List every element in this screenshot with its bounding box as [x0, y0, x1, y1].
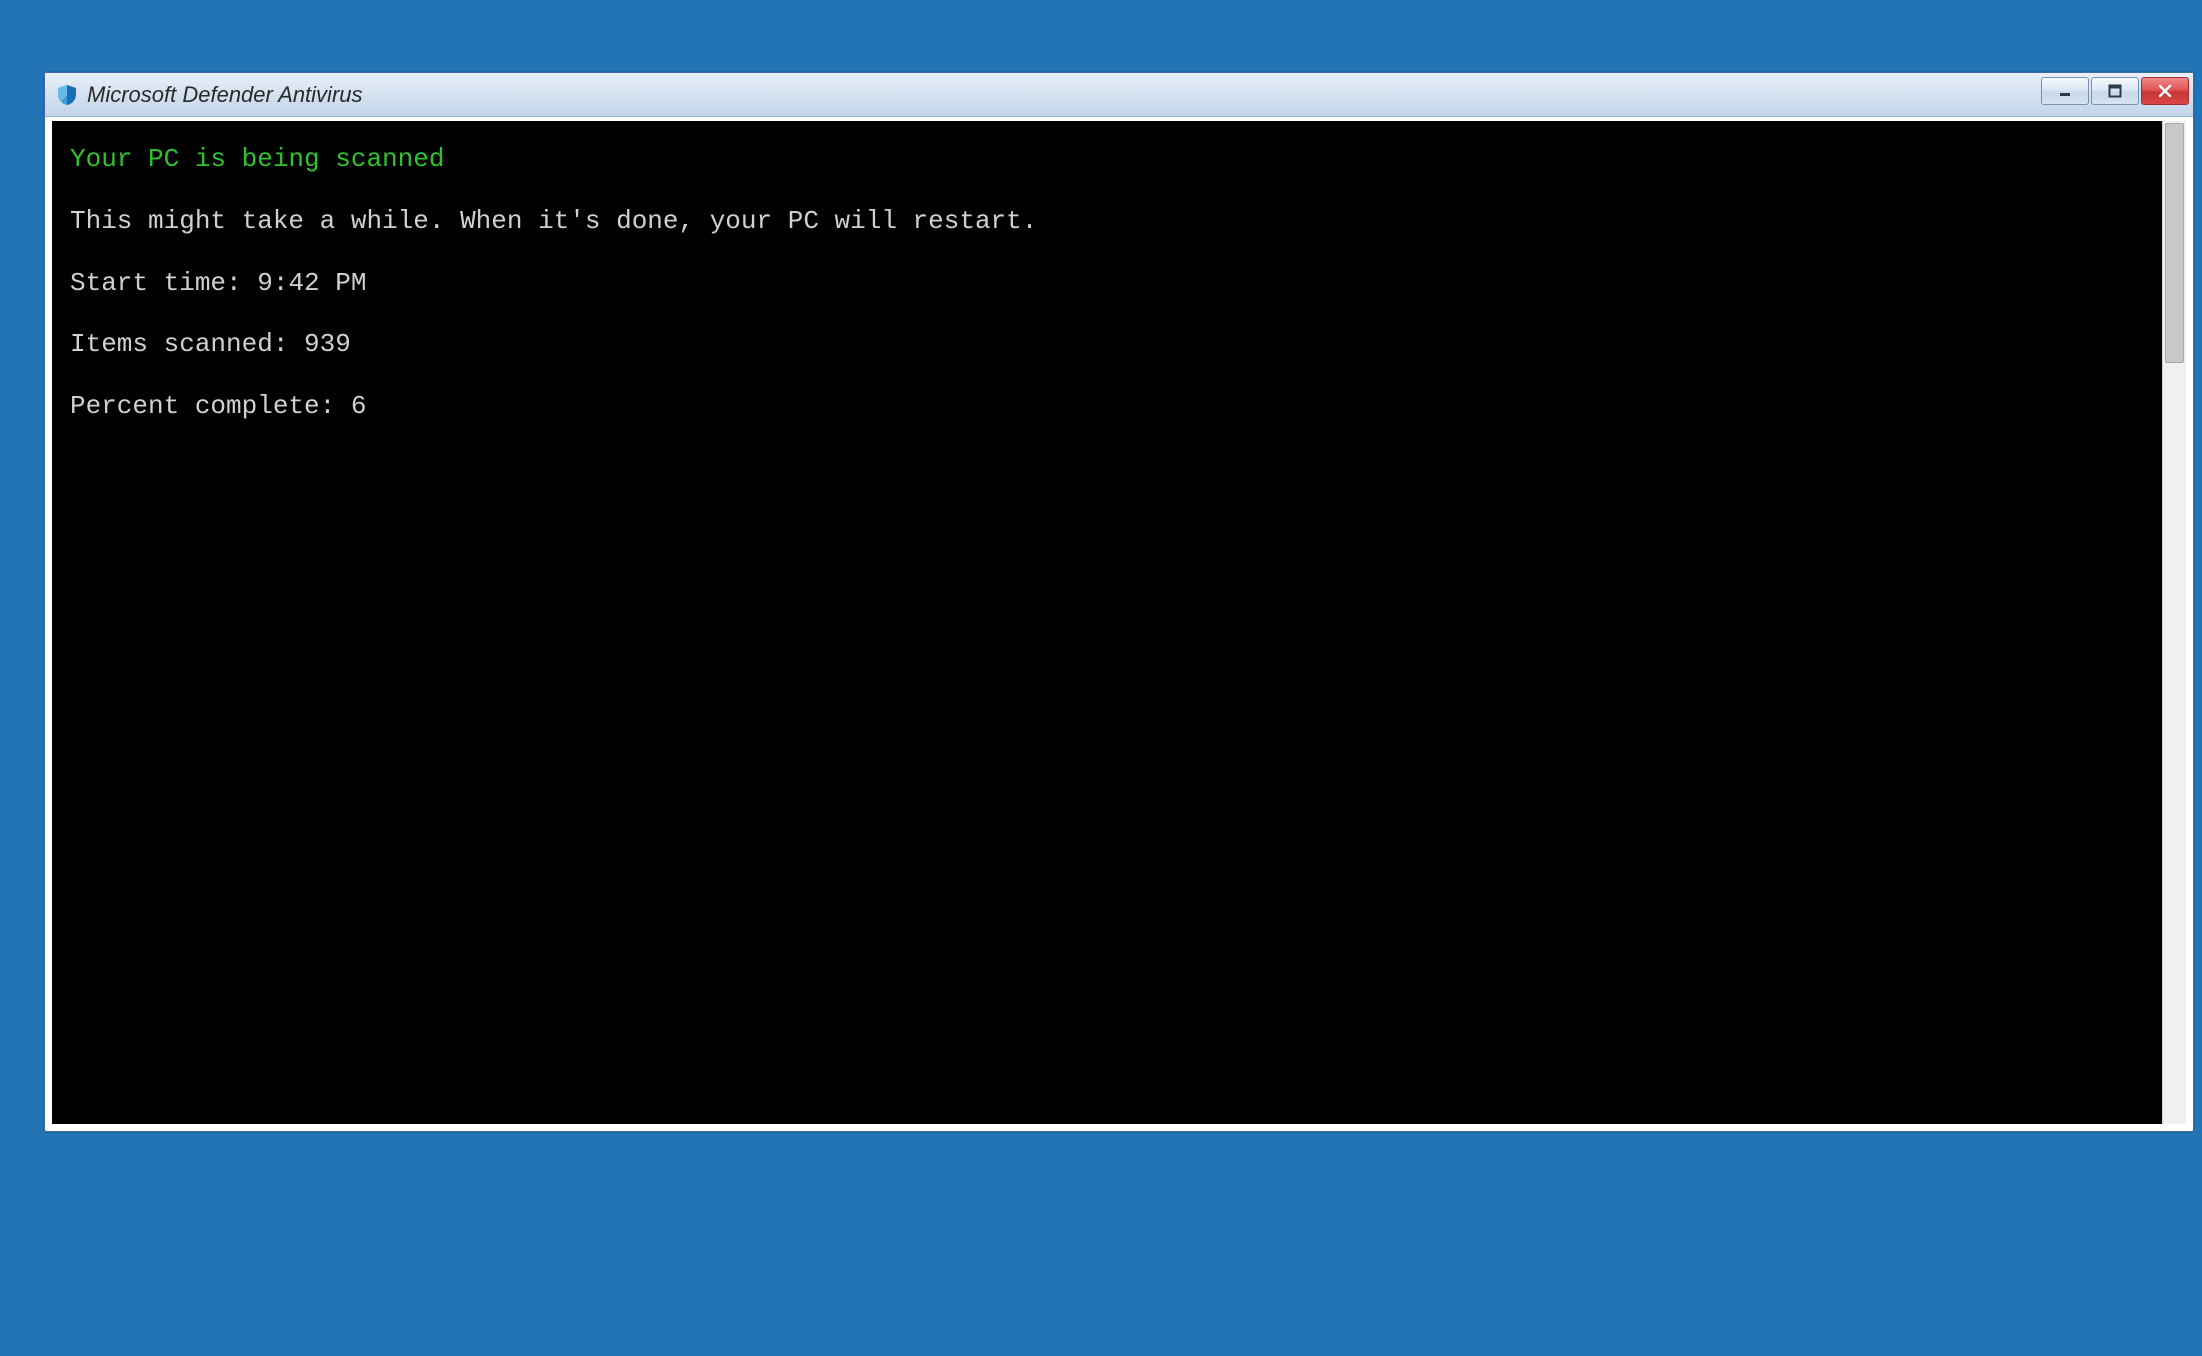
app-window: Microsoft Defender Antivirus Your PC is …	[44, 72, 2194, 1132]
titlebar[interactable]: Microsoft Defender Antivirus	[45, 73, 2193, 117]
items-scanned-line: Items scanned: 939	[70, 328, 2144, 362]
defender-shield-icon	[55, 83, 79, 107]
percent-complete-value: 6	[351, 391, 367, 421]
percent-complete-label: Percent complete:	[70, 391, 351, 421]
scan-status-heading: Your PC is being scanned	[70, 143, 2144, 177]
close-button[interactable]	[2141, 77, 2189, 105]
window-title: Microsoft Defender Antivirus	[87, 82, 363, 108]
window-controls	[2041, 77, 2189, 105]
items-scanned-label: Items scanned:	[70, 329, 304, 359]
console-output: Your PC is being scanned This might take…	[52, 121, 2162, 1124]
start-time-label: Start time:	[70, 268, 257, 298]
scrollbar-thumb[interactable]	[2165, 123, 2184, 363]
vertical-scrollbar[interactable]	[2162, 121, 2186, 1124]
percent-complete-line: Percent complete: 6	[70, 390, 2144, 424]
maximize-button[interactable]	[2091, 77, 2139, 105]
console-area: Your PC is being scanned This might take…	[52, 121, 2186, 1124]
minimize-button[interactable]	[2041, 77, 2089, 105]
scan-subheading: This might take a while. When it's done,…	[70, 205, 2144, 239]
items-scanned-value: 939	[304, 329, 351, 359]
start-time-value: 9:42 PM	[257, 268, 366, 298]
start-time-line: Start time: 9:42 PM	[70, 267, 2144, 301]
